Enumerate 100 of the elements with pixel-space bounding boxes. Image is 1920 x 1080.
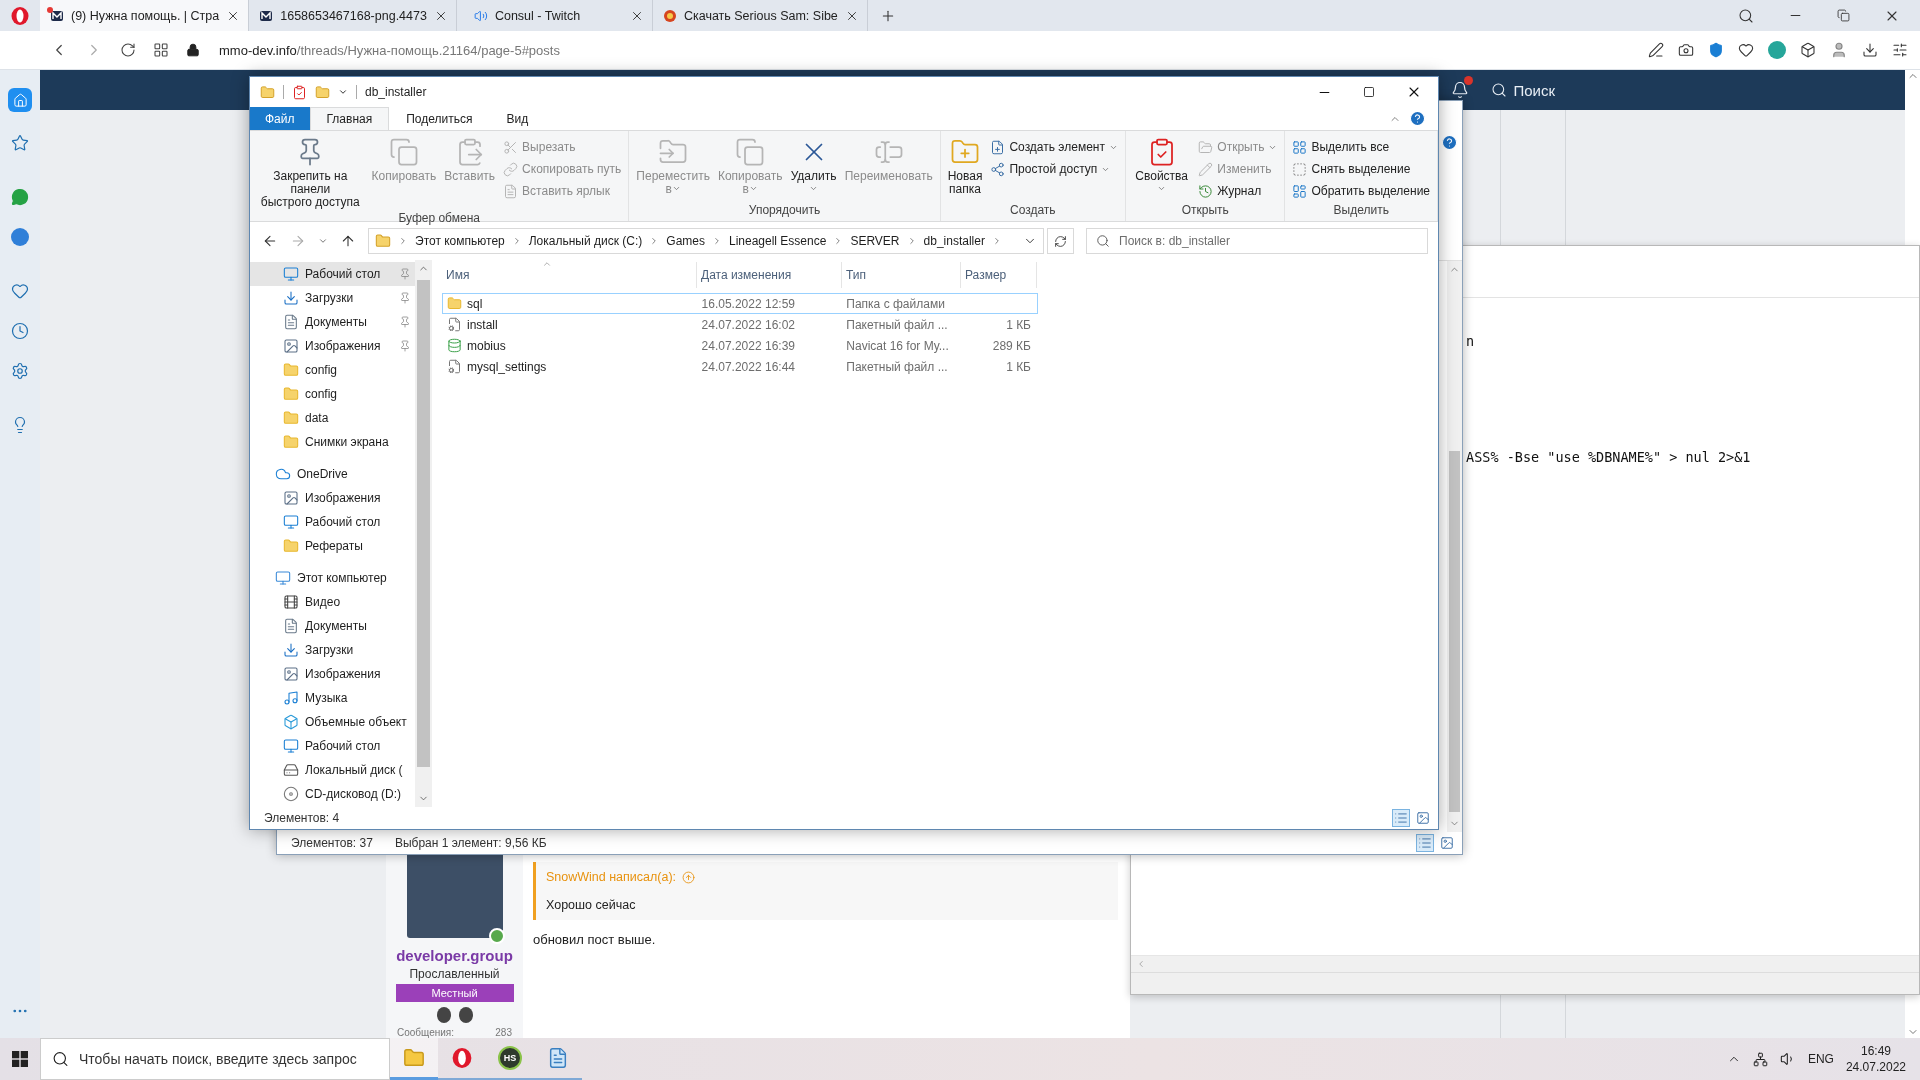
home-button[interactable] (8, 88, 32, 112)
username-link[interactable]: developer.group (396, 947, 513, 964)
file-row[interactable]: install 24.07.2022 16:02 Пакетный файл ... 1 КБ (442, 314, 1038, 335)
nav-pane-item[interactable]: Загрузки (250, 286, 415, 310)
nav-pane-item[interactable]: Видео (250, 590, 415, 614)
bell-icon[interactable] (1451, 81, 1470, 99)
download-icon[interactable] (1862, 42, 1878, 58)
ribbon-button[interactable]: Обратить выделение (1289, 181, 1433, 201)
file-row[interactable]: mobius 24.07.2022 16:39 Navicat 16 for My... 289 КБ (442, 335, 1038, 356)
breadcrumb[interactable]: SERVER (850, 234, 900, 248)
chat-icon[interactable] (11, 188, 29, 206)
camera-icon[interactable] (1678, 42, 1694, 58)
clock[interactable]: 16:49 24.07.2022 (1845, 1043, 1906, 1075)
column-header[interactable]: Имя (442, 262, 697, 288)
breadcrumb[interactable]: Lineagell Essence (729, 234, 827, 248)
shield-icon[interactable] (1708, 42, 1724, 58)
nav-pane-item[interactable]: Изображения (250, 334, 415, 358)
copy-icon (735, 137, 766, 167)
nav-pane-item[interactable]: data (250, 406, 415, 430)
ribbon-button[interactable]: Журнал (1195, 181, 1281, 201)
nav-pane-item[interactable]: Рабочий стол (250, 734, 415, 758)
breadcrumb[interactable]: db_installer (923, 234, 985, 248)
file-row[interactable]: sql 16.05.2022 12:59 Папка с файлами (442, 293, 1038, 314)
network-icon[interactable] (1752, 1051, 1768, 1067)
ribbon-button[interactable]: Снять выделение (1289, 159, 1433, 179)
search-field[interactable]: Поиск в: db_installer (1086, 228, 1428, 254)
horizontal-scrollbar[interactable] (1131, 955, 1919, 972)
ribbon-tab[interactable]: Главная (309, 107, 390, 130)
nav-pane-item[interactable]: config (250, 382, 415, 406)
taskbar-app-button[interactable]: HS (486, 1038, 534, 1080)
refresh-button[interactable] (1047, 228, 1074, 254)
ribbon-tab[interactable]: Файл (250, 107, 310, 130)
nav-pane-item[interactable]: CD-дисковод (D:) (250, 782, 415, 806)
settings-icon[interactable] (1892, 42, 1908, 58)
up-icon[interactable] (340, 233, 356, 249)
file-row[interactable]: mysql_settings 24.07.2022 16:44 Пакетный файл ... 1 КБ (442, 356, 1038, 377)
properties-icon[interactable] (292, 84, 307, 100)
gear-file-icon (447, 359, 462, 374)
tiles-view-button[interactable] (1438, 834, 1456, 852)
nav-pane-item[interactable]: Загрузки (250, 638, 415, 662)
clock-icon[interactable] (11, 322, 29, 340)
address-field[interactable]: mmo-dev.info/threads/Нужна-помощь.21164/page-5#posts (219, 42, 560, 58)
nav-pane-item[interactable]: Рабочий стол (250, 262, 415, 286)
taskbar-search-field[interactable]: Чтобы начать поиск, введите здесь запрос (40, 1038, 390, 1080)
nav-pane-item[interactable]: Рабочий стол (250, 510, 415, 534)
search-button[interactable]: Поиск (1491, 81, 1555, 99)
ribbon-button[interactable]: Закрепить на панели быстрого доступа (254, 135, 367, 211)
recent-locations-icon[interactable] (318, 236, 328, 246)
nav-pane-item[interactable]: Объемные объект (250, 710, 415, 734)
nav-pane-item[interactable]: Документы (250, 310, 415, 334)
nav-pane-item[interactable]: OneDrive (250, 462, 415, 486)
ribbon-button[interactable]: Удалить (787, 135, 840, 198)
medal-icon (458, 1007, 473, 1023)
nav-pane-item[interactable]: config (250, 358, 415, 382)
caret-icon[interactable] (338, 87, 348, 97)
reload-icon[interactable] (120, 42, 136, 58)
breadcrumb[interactable]: Этот компьютер (415, 234, 505, 248)
breadcrumb[interactable]: Локальный диск (C:) (528, 234, 643, 248)
address-field[interactable]: Этот компьютер Локальный диск (C:) Games Lineagell Essence SERVER db_installer (368, 228, 1045, 254)
breadcrumb[interactable]: Games (666, 234, 705, 248)
folder-icon[interactable] (315, 84, 330, 100)
ribbon-button[interactable]: Свойства (1129, 135, 1194, 198)
tab-title: (9) Нужна помощь. | Стра (71, 8, 220, 23)
nav-pane-item[interactable]: Этот компьютер (250, 566, 415, 590)
ribbon-button[interactable]: Новая папка (944, 135, 986, 198)
help-icon[interactable] (1441, 134, 1458, 151)
settings-icon[interactable] (11, 362, 29, 380)
search-icon[interactable] (1738, 7, 1754, 24)
details-view-button[interactable] (1416, 834, 1434, 852)
language-indicator[interactable]: ENG (1807, 1052, 1834, 1066)
nav-pane-item[interactable]: Снимки экрана (250, 430, 415, 454)
maximize-icon[interactable] (1363, 86, 1375, 98)
browser-tab[interactable]: (9) Нужна помощь. | Стра (40, 0, 250, 31)
grid-icon[interactable] (153, 42, 169, 58)
nav-pane-item[interactable]: Изображения (250, 662, 415, 686)
nav-pane-item[interactable]: Изображения (250, 486, 415, 510)
tiles-view-button[interactable] (1414, 809, 1432, 827)
nav-pane-item[interactable]: Рефераты (250, 534, 415, 558)
column-header[interactable]: Размер (961, 262, 1037, 288)
ribbon-button[interactable]: Выделить все (1289, 137, 1433, 157)
nav-pane-item[interactable]: Музыка (250, 686, 415, 710)
file-type: Папка с файлами (846, 296, 945, 311)
column-header[interactable]: Дата изменения (697, 262, 842, 288)
ribbon-button[interactable]: Простой доступ (987, 159, 1121, 179)
chat-app-icon[interactable] (11, 228, 29, 246)
profile-icon[interactable] (1830, 41, 1848, 59)
taskbar-app-button[interactable] (390, 1038, 438, 1080)
ribbon-button[interactable]: Создать элемент (987, 137, 1121, 157)
pen-icon[interactable] (1648, 42, 1664, 58)
restore-icon[interactable] (1837, 9, 1850, 22)
back-icon[interactable] (262, 233, 278, 249)
nav-pane-item[interactable]: Документы (250, 614, 415, 638)
windows-start-icon[interactable] (12, 1051, 28, 1067)
extension-icon[interactable] (1768, 41, 1786, 59)
heart-icon[interactable] (1738, 42, 1754, 58)
cube-icon[interactable] (1800, 42, 1816, 58)
help-icon[interactable] (1409, 110, 1426, 127)
column-header[interactable]: Тип (842, 262, 961, 288)
nav-pane-item[interactable]: Локальный диск ( (250, 758, 415, 782)
star-icon[interactable] (11, 134, 29, 152)
